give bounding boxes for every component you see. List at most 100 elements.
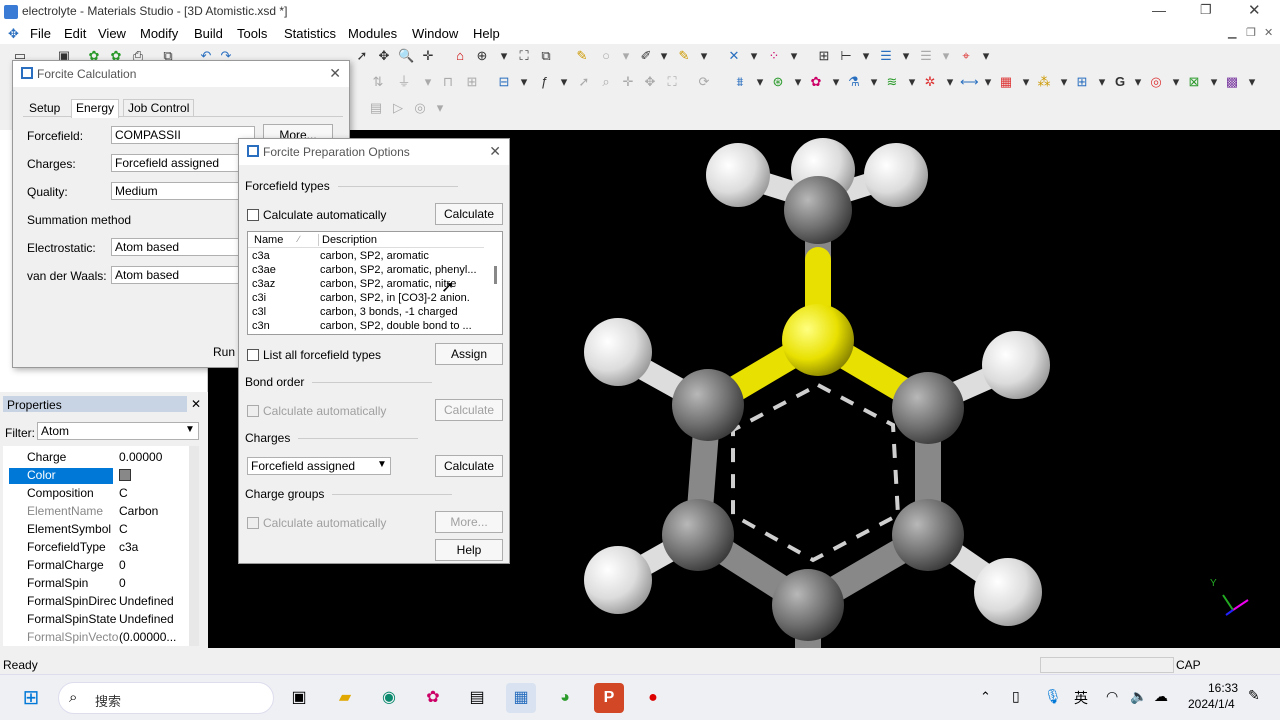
fit-icon[interactable]: ⛶: [516, 48, 532, 64]
task-view-icon[interactable]: ▣: [284, 683, 314, 713]
dropdown-arrow-icon[interactable]: ▾: [978, 48, 994, 64]
dropdown-arrow-icon[interactable]: ▾: [898, 48, 914, 64]
dropdown-arrow-icon[interactable]: ▾: [828, 74, 844, 90]
amorphous-icon[interactable]: ⁂: [1036, 74, 1052, 90]
dropdown-arrow-icon[interactable]: ▾: [496, 48, 512, 64]
translate-icon[interactable]: ✛: [420, 48, 436, 64]
menu-tools[interactable]: Tools: [237, 26, 267, 41]
forcefield-select[interactable]: COMPASSII: [111, 126, 255, 144]
forcite-icon[interactable]: ▩: [1224, 74, 1240, 90]
hydrogen-icon[interactable]: ⁘: [766, 48, 782, 64]
charges-calculate-button[interactable]: Calculate: [435, 455, 503, 477]
col-desc-header[interactable]: Description: [318, 234, 377, 246]
hydrogen-atom[interactable]: [584, 318, 652, 386]
chevron-down-icon[interactable]: ▼: [185, 424, 195, 435]
sulfur-atom[interactable]: [782, 304, 854, 376]
table-row[interactable]: ElementName Carbon: [9, 502, 199, 520]
table-row-selected[interactable]: Color: [9, 466, 199, 484]
table-row[interactable]: FormalSpinState Undefined: [9, 610, 199, 628]
assign-button[interactable]: Assign: [435, 343, 503, 365]
reset-view-icon[interactable]: ⧉: [538, 48, 554, 64]
rotate-icon[interactable]: ✥: [376, 48, 392, 64]
list-all-checkbox[interactable]: [247, 349, 259, 361]
dropdown-arrow-icon[interactable]: ▾: [866, 74, 882, 90]
minimize-icon[interactable]: —: [1152, 2, 1166, 18]
dropdown-arrow-icon[interactable]: ▾: [1056, 74, 1072, 90]
app-menu-icon[interactable]: ✥: [8, 26, 19, 42]
target-icon[interactable]: ◎: [1148, 74, 1164, 90]
tab-energy[interactable]: Energy: [71, 99, 120, 118]
dropdown-arrow-icon[interactable]: ▾: [1130, 74, 1146, 90]
wifi-icon[interactable]: ◠: [1106, 688, 1118, 705]
close-icon[interactable]: ✕: [191, 397, 201, 411]
filter-select[interactable]: Atom: [37, 422, 199, 440]
table-row[interactable]: Charge 0.00000: [9, 448, 199, 466]
crystal-icon[interactable]: ⊛: [770, 74, 786, 90]
mdi-minimize-icon[interactable]: ▁: [1228, 26, 1236, 39]
tab-job-control[interactable]: Job Control: [123, 99, 195, 117]
close-icon[interactable]: ✕: [329, 65, 341, 82]
menu-edit[interactable]: Edit: [64, 26, 86, 41]
dropdown-arrow-icon[interactable]: ▾: [1094, 74, 1110, 90]
dropdown-arrow-icon[interactable]: ▾: [752, 74, 768, 90]
carbon-atom[interactable]: [892, 499, 964, 571]
close-icon[interactable]: ✕: [1248, 1, 1261, 19]
dropdown-arrow-icon[interactable]: ▾: [904, 74, 920, 90]
mesocite-icon[interactable]: ▦: [998, 74, 1014, 90]
volume-icon[interactable]: 🔈: [1130, 688, 1147, 705]
restore-icon[interactable]: ❐: [1200, 2, 1212, 18]
quality-select[interactable]: Medium: [111, 182, 255, 200]
windows-start-icon[interactable]: ⊞: [16, 683, 46, 713]
table-row[interactable]: FormalSpin 0: [9, 574, 199, 592]
charges-select[interactable]: Forcefield assigned: [247, 457, 391, 475]
pencil-icon[interactable]: ✎: [676, 48, 692, 64]
calc-auto-checkbox[interactable]: [247, 209, 259, 221]
carbon-atom[interactable]: [672, 369, 744, 441]
menu-modules[interactable]: Modules: [348, 26, 397, 41]
menu-file[interactable]: File: [30, 26, 51, 41]
dropdown-arrow-icon[interactable]: ▾: [858, 48, 874, 64]
calculate-button[interactable]: Calculate: [435, 203, 503, 225]
hydrogen-atom[interactable]: [982, 331, 1050, 399]
hydrogen-atom[interactable]: [864, 143, 928, 207]
forcefield-types-list[interactable]: Name ∕ Description c3a carbon, SP2, aroma…: [247, 231, 503, 335]
menu-window[interactable]: Window: [412, 26, 458, 41]
dropdown-arrow-icon[interactable]: ▾: [1168, 74, 1184, 90]
search-box[interactable]: ⌕ 搜索: [58, 682, 274, 714]
clock-date[interactable]: 2024/1/4: [1188, 697, 1235, 711]
dropdown-arrow-icon[interactable]: ▾: [942, 74, 958, 90]
col-name-header[interactable]: Name: [254, 234, 283, 246]
vdw-select[interactable]: Atom based: [111, 266, 255, 284]
clean-icon[interactable]: ✕: [726, 48, 742, 64]
app-icon-notebook[interactable]: ▤: [462, 683, 492, 713]
home-icon[interactable]: ⌂: [452, 48, 468, 64]
hydrogen-atom[interactable]: [706, 143, 770, 207]
wave-icon[interactable]: ≋: [884, 74, 900, 90]
tray-chevron-icon[interactable]: ⌃: [980, 689, 991, 705]
charges-select[interactable]: Forcefield assigned: [111, 154, 255, 172]
wechat-icon[interactable]: ◕: [550, 683, 580, 713]
menu-build[interactable]: Build: [194, 26, 223, 41]
dropdown-arrow-icon[interactable]: ▾: [556, 74, 572, 90]
menu-statistics[interactable]: Statistics: [284, 26, 336, 41]
electrostatic-select[interactable]: Atom based: [111, 238, 255, 256]
materials-studio-icon[interactable]: ▦: [506, 683, 536, 713]
layers-icon[interactable]: ☰: [878, 48, 894, 64]
menu-help[interactable]: Help: [473, 26, 500, 41]
function-icon[interactable]: ƒ: [536, 74, 552, 90]
dropdown-arrow-icon[interactable]: ▾: [790, 74, 806, 90]
hydrogen-atom[interactable]: [974, 558, 1042, 626]
carbon-atom[interactable]: [892, 372, 964, 444]
mdi-restore-icon[interactable]: ❐: [1246, 26, 1256, 39]
sorption-icon[interactable]: ⊞: [1074, 74, 1090, 90]
center-icon[interactable]: ⊕: [474, 48, 490, 64]
microphone-icon[interactable]: 🎙: [1044, 688, 1062, 705]
dropdown-arrow-icon[interactable]: ▾: [1244, 74, 1260, 90]
dropdown-arrow-icon[interactable]: ▾: [1018, 74, 1034, 90]
select-arrow-icon[interactable]: ➚: [354, 48, 370, 64]
symmetry-icon[interactable]: ⩩: [732, 74, 748, 90]
notification-icon[interactable]: ✎: [1248, 687, 1260, 704]
chevron-down-icon[interactable]: ▼: [377, 459, 387, 470]
zoom-icon[interactable]: 🔍: [398, 48, 414, 64]
file-explorer-icon[interactable]: ▰: [330, 683, 360, 713]
